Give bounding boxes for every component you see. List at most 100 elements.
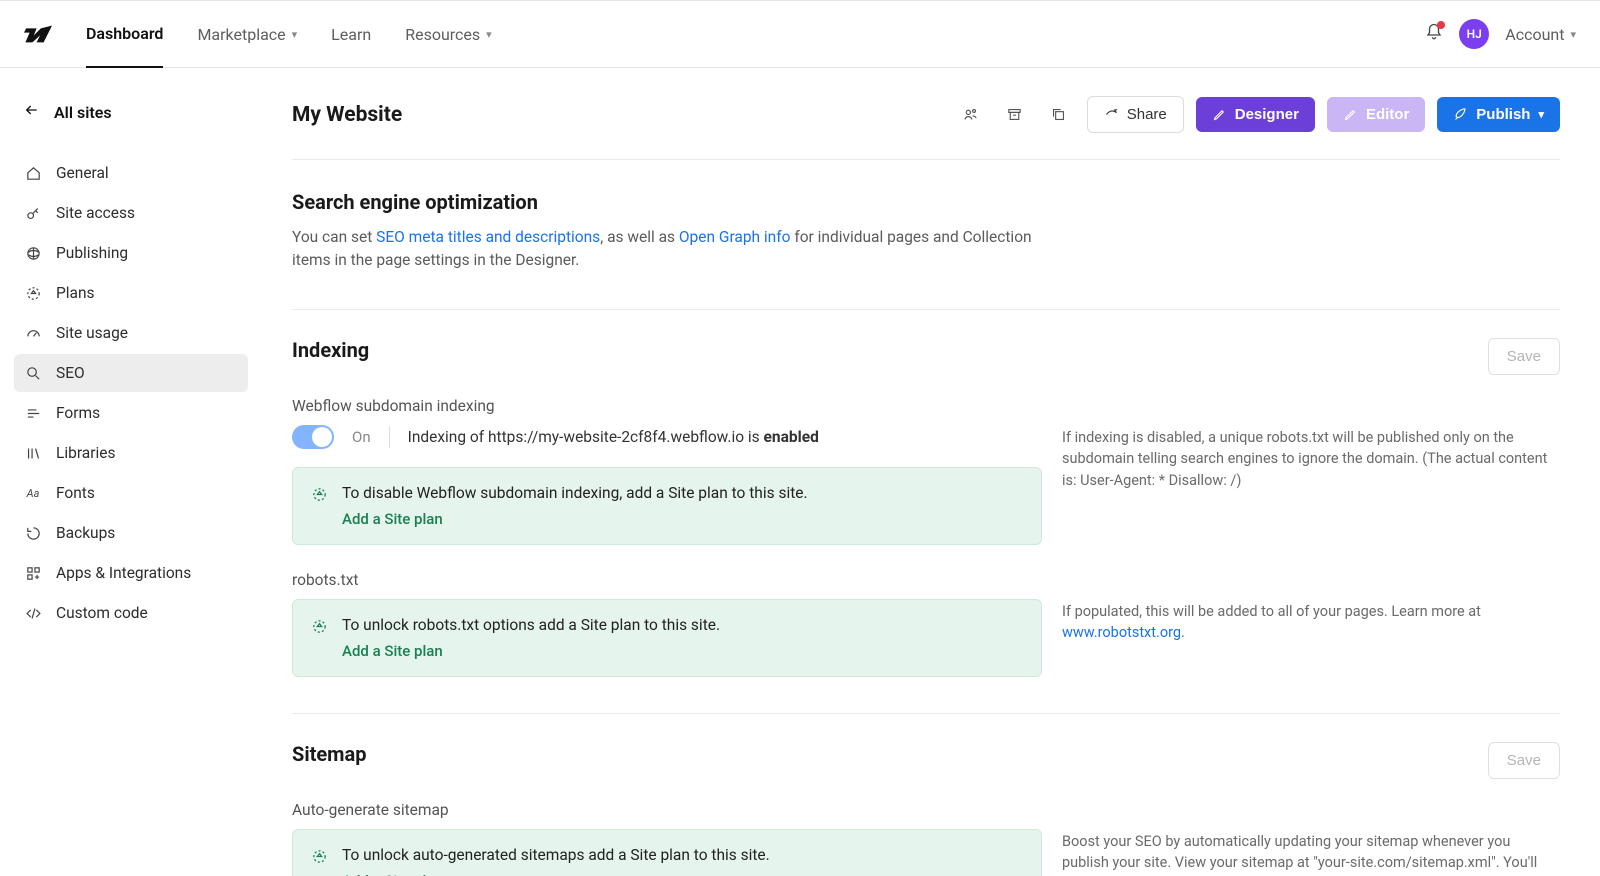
sidebar-item-site-usage[interactable]: Site usage — [14, 314, 248, 352]
nav-dashboard[interactable]: Dashboard — [86, 0, 163, 68]
webflow-logo[interactable] — [24, 25, 52, 43]
collaborators-icon[interactable] — [955, 99, 987, 131]
sidebar-item-label: Custom code — [56, 604, 148, 622]
share-label: Share — [1127, 106, 1167, 123]
publish-label: Publish — [1476, 106, 1530, 123]
indexing-toggle[interactable] — [292, 425, 334, 449]
account-label: Account — [1505, 25, 1564, 44]
sidebar-item-forms[interactable]: Forms — [14, 394, 248, 432]
sitemap-header: Sitemap Save — [292, 742, 1560, 779]
nav-label: Dashboard — [86, 24, 163, 43]
sidebar-item-libraries[interactable]: Libraries — [14, 434, 248, 472]
divider — [292, 309, 1560, 310]
subdomain-indexing-label: Webflow subdomain indexing — [292, 397, 1560, 415]
page-header: My Website Share Designer Editor — [292, 68, 1560, 160]
indexing-header: Indexing Save — [292, 338, 1560, 375]
robots-help: If populated, this will be added to all … — [1062, 599, 1560, 645]
text: Indexing of https://my-website-2cf8f4.we… — [408, 428, 764, 446]
add-site-plan-link[interactable]: Add a Site plan — [342, 872, 443, 876]
sidebar-item-seo[interactable]: SEO — [14, 354, 248, 392]
pen-icon — [1212, 107, 1227, 122]
avatar[interactable]: HJ — [1459, 19, 1489, 49]
sidebar-item-fonts[interactable]: Aa Fonts — [14, 474, 248, 512]
nav-learn[interactable]: Learn — [331, 0, 371, 68]
robots-label: robots.txt — [292, 571, 1560, 589]
page-title: My Website — [292, 103, 402, 127]
back-all-sites[interactable]: All sites — [14, 94, 248, 130]
sidebar-item-custom-code[interactable]: Custom code — [14, 594, 248, 632]
apps-icon — [24, 565, 42, 582]
nav-resources[interactable]: Resources ▾ — [405, 0, 491, 68]
upgrade-icon — [311, 848, 328, 865]
sitemap-row: To unlock auto-generated sitemaps add a … — [292, 829, 1560, 876]
header-actions: Share Designer Editor Publish ▾ — [955, 96, 1560, 133]
share-button[interactable]: Share — [1087, 96, 1184, 133]
account-menu[interactable]: Account ▾ — [1505, 0, 1576, 68]
forms-icon — [24, 405, 42, 422]
notifications-icon[interactable] — [1425, 23, 1443, 45]
section-title: Search engine optimization — [292, 190, 1560, 214]
main-content: My Website Share Designer Editor — [262, 68, 1600, 876]
callout-message: To unlock robots.txt options add a Site … — [342, 616, 1023, 634]
editor-label: Editor — [1366, 106, 1409, 123]
topbar-left: Dashboard Marketplace ▾ Learn Resources … — [24, 0, 492, 68]
nav-label: Resources — [405, 25, 480, 44]
share-icon — [1104, 107, 1119, 122]
nav-label: Marketplace — [197, 25, 285, 44]
archive-icon[interactable] — [999, 99, 1031, 131]
editor-button[interactable]: Editor — [1327, 97, 1425, 132]
sidebar-item-label: Fonts — [56, 484, 95, 502]
sidebar-item-backups[interactable]: Backups — [14, 514, 248, 552]
add-site-plan-link[interactable]: Add a Site plan — [342, 642, 443, 660]
indexing-status: Indexing of https://my-website-2cf8f4.we… — [408, 428, 819, 446]
search-icon — [24, 365, 42, 382]
open-graph-link[interactable]: Open Graph info — [679, 228, 791, 246]
publish-button[interactable]: Publish ▾ — [1437, 97, 1560, 132]
autogen-label: Auto-generate sitemap — [292, 801, 1560, 819]
sidebar-item-label: Publishing — [56, 244, 128, 262]
section-description: You can set SEO meta titles and descript… — [292, 226, 1032, 273]
avatar-initials: HJ — [1467, 27, 1482, 41]
sidebar-item-plans[interactable]: Plans — [14, 274, 248, 312]
back-label: All sites — [54, 103, 112, 122]
sidebar-item-publishing[interactable]: Publishing — [14, 234, 248, 272]
sidebar-item-label: Plans — [56, 284, 95, 302]
sidebar-item-apps[interactable]: Apps & Integrations — [14, 554, 248, 592]
plans-icon — [24, 285, 42, 302]
upgrade-icon — [311, 486, 328, 503]
chevron-down-icon: ▾ — [1570, 28, 1576, 41]
sidebar-item-general[interactable]: General — [14, 154, 248, 192]
designer-button[interactable]: Designer — [1196, 97, 1315, 132]
seo-meta-link[interactable]: SEO meta titles and descriptions — [376, 228, 600, 246]
topbar-right: HJ Account ▾ — [1425, 0, 1576, 68]
upgrade-callout: To disable Webflow subdomain indexing, a… — [292, 467, 1042, 545]
robots-block: robots.txt To unlock robots.txt options … — [292, 571, 1560, 677]
text: You can set — [292, 228, 376, 246]
divider — [389, 426, 390, 448]
text: If populated, this will be added to all … — [1062, 603, 1481, 620]
sidebar-item-label: Site usage — [56, 324, 128, 342]
code-icon — [24, 605, 42, 622]
chevron-down-icon: ▾ — [292, 28, 298, 41]
sidebar-item-label: Apps & Integrations — [56, 564, 191, 582]
save-button[interactable]: Save — [1488, 742, 1560, 779]
publish-icon — [24, 245, 42, 262]
text: Boost your SEO by automatically updating… — [1062, 833, 1537, 876]
fonts-icon: Aa — [24, 487, 42, 500]
robotstxt-link[interactable]: www.robotstxt.org — [1062, 624, 1181, 641]
save-button[interactable]: Save — [1488, 338, 1560, 375]
duplicate-icon[interactable] — [1043, 99, 1075, 131]
add-site-plan-link[interactable]: Add a Site plan — [342, 510, 443, 528]
sidebar-item-label: SEO — [56, 364, 85, 382]
restore-icon — [24, 525, 42, 542]
nav-marketplace[interactable]: Marketplace ▾ — [197, 0, 297, 68]
sidebar-item-site-access[interactable]: Site access — [14, 194, 248, 232]
sidebar-item-label: Site access — [56, 204, 135, 222]
notification-dot — [1437, 21, 1445, 29]
sidebar-item-label: Forms — [56, 404, 100, 422]
chevron-down-icon: ▾ — [486, 28, 492, 41]
nav-label: Learn — [331, 25, 371, 44]
divider — [292, 713, 1560, 714]
sidebar-item-label: Backups — [56, 524, 115, 542]
edit-icon — [1343, 107, 1358, 122]
